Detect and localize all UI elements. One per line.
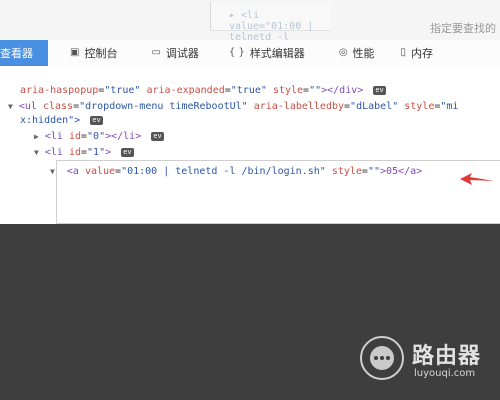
router-logo-icon — [360, 336, 404, 380]
markup-line-2[interactable]: ▼ <ul class="dropdown-menu timeRebootUl"… — [8, 100, 458, 114]
watermark-subtitle: luyouqi.com — [414, 368, 476, 379]
red-arrow-icon — [460, 173, 494, 185]
tab-console[interactable]: ▣ 控制台 — [62, 40, 125, 66]
watermark-title: 路由器 — [412, 344, 482, 369]
tab-performance[interactable]: ◎ 性能 — [331, 40, 383, 66]
background-dom-fragment: ▸ <li value="01:00 | telnetd -l /bin/log… — [210, 2, 331, 40]
event-badge[interactable]: ev — [151, 131, 164, 141]
tab-memory[interactable]: ▯ 内存 — [393, 40, 442, 66]
event-badge[interactable]: ev — [90, 115, 103, 125]
markup-line-5[interactable]: ▼ <li id="1"> ev — [34, 146, 134, 160]
console-icon: ▣ — [70, 47, 80, 58]
tab-debugger[interactable]: ▭ 调试器 — [143, 40, 206, 66]
watermark-logo: 路由器 luyouqi.com — [360, 336, 490, 382]
collapse-triangle-icon[interactable]: ▼ — [34, 148, 39, 157]
tab-memory-label: 内存 — [411, 47, 434, 60]
tab-inspector-label: 查看器 — [0, 47, 33, 60]
expand-triangle-icon[interactable]: ▶ — [34, 132, 39, 141]
markup-line-4[interactable]: ▶ <li id="0"></li> ev — [34, 130, 164, 144]
collapse-triangle-icon[interactable]: ▼ — [8, 102, 13, 111]
markup-line-1[interactable]: aria-haspopup="true" aria-expanded="true… — [20, 84, 386, 98]
devtools-toolbar: 查看器 ▣ 控制台 ▭ 调试器 { } 样式编辑器 ◎ 性能 ▯ 内存 — [0, 40, 500, 67]
search-hint-text: 指定要查找的 — [430, 22, 496, 35]
tab-performance-label: 性能 — [352, 47, 375, 60]
tab-debugger-label: 调试器 — [165, 47, 199, 60]
tab-style-editor[interactable]: { } 样式编辑器 — [221, 40, 313, 66]
memory-icon: ▯ — [400, 47, 407, 58]
tab-console-label: 控制台 — [84, 47, 118, 60]
event-badge[interactable]: ev — [121, 147, 134, 157]
markup-line-3[interactable]: x:hidden"> ev — [20, 114, 103, 128]
selected-markup-line[interactable]: ▼ <a value="01:00 | telnetd -l /bin/logi… — [50, 166, 422, 180]
collapse-triangle-icon[interactable]: ▼ — [50, 167, 55, 176]
style-editor-icon: { } — [228, 47, 245, 58]
event-badge[interactable]: ev — [373, 85, 386, 95]
tab-inspector[interactable]: 查看器 — [0, 40, 48, 66]
background-fragment-text: ▸ <li value="01:00 | telnetd -l /bin/log… — [229, 10, 314, 40]
debugger-icon: ▭ — [151, 47, 161, 58]
tab-style-editor-label: 样式编辑器 — [249, 47, 305, 60]
top-browser-strip: ▸ <li value="01:00 | telnetd -l /bin/log… — [0, 0, 500, 40]
performance-icon: ◎ — [338, 47, 348, 58]
